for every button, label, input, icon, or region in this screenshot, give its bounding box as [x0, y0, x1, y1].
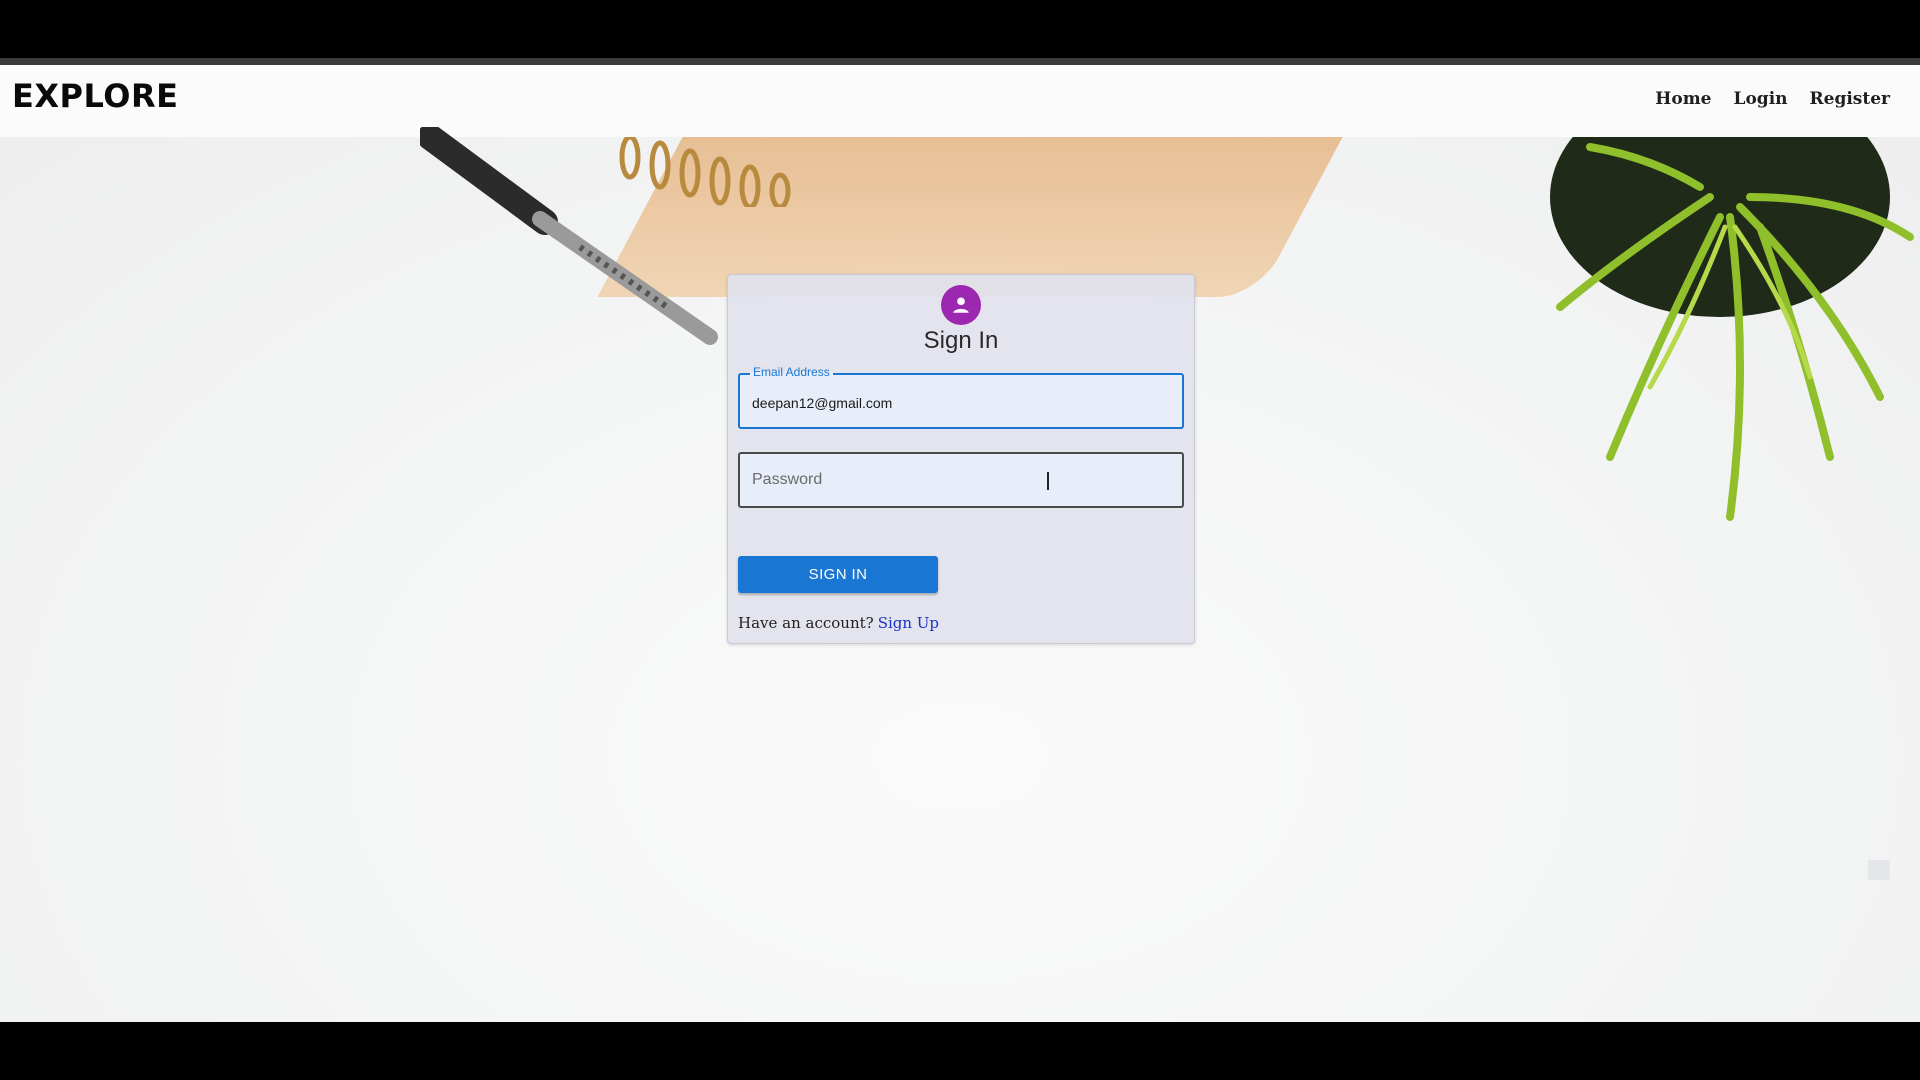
text-cursor	[1047, 472, 1049, 490]
password-field[interactable]	[738, 452, 1184, 508]
nav-login[interactable]: Login	[1734, 89, 1788, 109]
plant-decoration	[1550, 137, 1914, 521]
email-input[interactable]	[752, 375, 1172, 429]
email-field[interactable]: Email Address	[738, 365, 1184, 429]
nav-links: Home Login Register	[1655, 89, 1890, 109]
signin-title: Sign In	[923, 327, 999, 354]
minimize-widget-icon[interactable]	[1868, 860, 1890, 880]
navbar: EXPLORE Home Login Register	[0, 65, 1920, 137]
bottom-letterbox	[0, 1022, 1920, 1080]
top-letterbox	[0, 0, 1920, 58]
person-icon	[941, 285, 981, 325]
top-divider	[0, 58, 1920, 65]
signin-card: Sign In Email Address SIGN IN Have an ac…	[727, 274, 1195, 644]
have-account-text: Have an account?	[738, 614, 874, 632]
signup-link[interactable]: Sign Up	[878, 614, 939, 632]
signin-button[interactable]: SIGN IN	[738, 556, 938, 593]
hero-background: Sign In Email Address SIGN IN Have an ac…	[0, 127, 1920, 1022]
pen-decoration	[420, 127, 718, 345]
password-input[interactable]	[752, 454, 1172, 506]
signup-row: Have an account? Sign Up	[738, 614, 939, 632]
nav-register[interactable]: Register	[1810, 89, 1890, 109]
nav-home[interactable]: Home	[1655, 89, 1711, 109]
browser-viewport: EXPLORE Home Login Register Sign In Emai…	[0, 65, 1920, 1022]
brand-logo[interactable]: EXPLORE	[12, 77, 178, 115]
